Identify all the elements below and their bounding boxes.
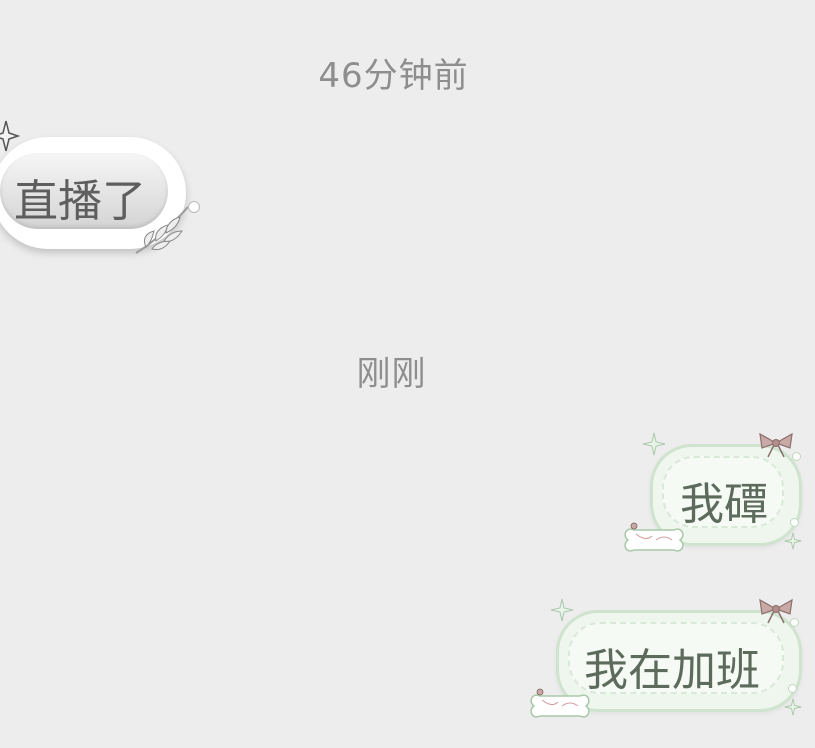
chat-view: 46分钟前 直播了 刚刚 我磹 我在加班 — [0, 0, 815, 748]
message-text: 直播了 — [14, 176, 146, 227]
leaf-icon — [132, 201, 194, 261]
star-icon — [642, 432, 666, 460]
message-text: 我磹 — [680, 479, 768, 530]
decor-bead — [790, 618, 799, 627]
timestamp: 46分钟前 — [318, 56, 469, 96]
decor-bead — [188, 201, 200, 213]
message-text: 我在加班 — [584, 645, 760, 696]
bow-icon — [756, 430, 796, 464]
outgoing-message-bubble[interactable]: 我磹 — [622, 430, 812, 560]
star-icon — [784, 532, 802, 554]
outgoing-message-bubble[interactable]: 我在加班 — [528, 596, 812, 726]
bone-sticker-icon — [528, 688, 592, 728]
star-icon — [550, 598, 574, 626]
star-icon — [784, 698, 802, 720]
sparkle-icon — [0, 119, 21, 157]
bone-sticker-icon — [622, 522, 686, 562]
decor-bead — [790, 518, 799, 527]
decor-bead — [792, 452, 801, 461]
incoming-message-bubble[interactable]: 直播了 — [0, 120, 200, 254]
timestamp: 刚刚 — [356, 354, 427, 394]
decor-bead — [788, 684, 797, 693]
